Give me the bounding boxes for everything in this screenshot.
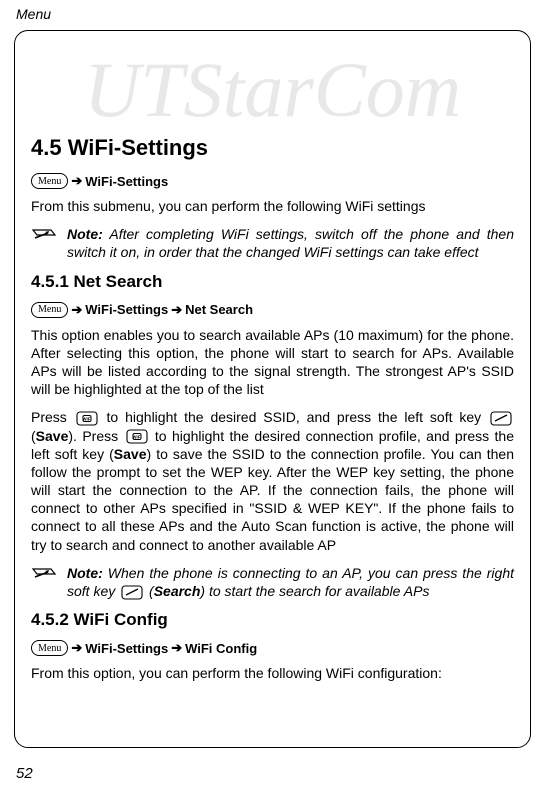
menu-icon: Menu [31,302,68,318]
save-label: Save [36,428,69,444]
soft-key-icon [121,585,143,600]
breadcrumb-4-5: Menu ➔ WiFi-Settings [31,173,514,189]
note-4-5: Note: After completing WiFi settings, sw… [31,225,514,261]
nav-wifi-config: WiFi Config [185,641,257,656]
arrow-icon: ➔ [171,302,182,318]
watermark: UTStarCom [31,45,514,135]
breadcrumb-4-5-2: Menu ➔ WiFi-Settings ➔ WiFi Config [31,640,514,656]
page-body: UTStarCom 4.5 WiFi-Settings Menu ➔ WiFi-… [14,30,531,748]
page-number: 52 [16,765,33,782]
note-label: Note: [67,226,103,242]
arrow-icon: ➔ [71,302,82,318]
arrow-icon: ➔ [71,173,82,189]
nav-wifi-settings: WiFi-Settings [85,641,168,656]
note-label: Note: [67,565,103,581]
nav-key-icon [126,429,148,444]
menu-icon: Menu [31,640,68,656]
text: ). Press [68,428,118,444]
text: to highlight the desired SSID, and press… [107,409,482,425]
nav-wifi-settings: WiFi-Settings [85,302,168,317]
intro-4-5: From this submenu, you can perform the f… [31,197,514,215]
heading-4-5: 4.5 WiFi-Settings [31,135,514,161]
para-4-5-2: From this option, you can perform the fo… [31,664,514,682]
save-label: Save [114,446,147,462]
note-icon [31,227,57,245]
soft-key-icon [490,411,512,426]
heading-4-5-1: 4.5.1 Net Search [31,272,514,292]
search-label: Search [154,583,201,599]
text: Press [31,409,67,425]
para-4-5-1-b: Press to highlight the desired SSID, and… [31,408,514,554]
note-4-5-1: Note: When the phone is connecting to an… [31,564,514,600]
note-icon [31,566,57,584]
arrow-icon: ➔ [71,640,82,656]
heading-4-5-2: 4.5.2 WiFi Config [31,610,514,630]
breadcrumb-4-5-1: Menu ➔ WiFi-Settings ➔ Net Search [31,302,514,318]
text: ) to start the search for available APs [200,583,429,599]
page-header: Menu [0,0,545,22]
nav-net-search: Net Search [185,302,253,317]
para-4-5-1-a: This option enables you to search availa… [31,326,514,399]
note-text: After completing WiFi settings, switch o… [67,226,514,260]
menu-icon: Menu [31,173,68,189]
arrow-icon: ➔ [171,640,182,656]
nav-wifi-settings: WiFi-Settings [85,174,168,189]
nav-key-icon [76,411,98,426]
